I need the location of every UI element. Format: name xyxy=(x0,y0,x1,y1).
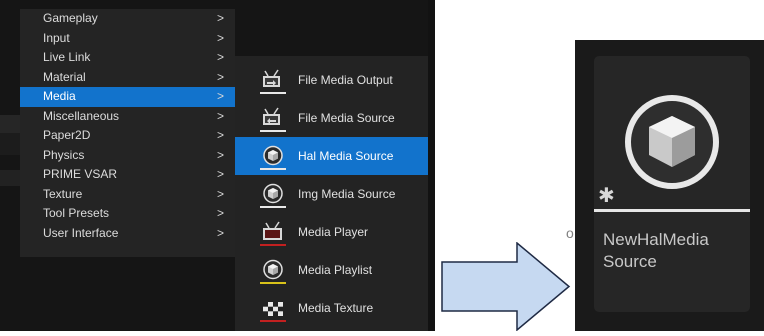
chevron-right-icon: > xyxy=(217,30,225,45)
chevron-right-icon: > xyxy=(217,50,225,64)
submenu-item-file-media-source[interactable]: File Media Source xyxy=(235,99,428,137)
chevron-right-icon: > xyxy=(217,89,225,103)
chevron-right-icon: > xyxy=(217,186,225,201)
menu-item-physics[interactable]: Physics > xyxy=(20,146,235,166)
submenu-item-media-texture[interactable]: Media Texture xyxy=(235,289,428,327)
submenu-item-label: File Media Source xyxy=(298,111,395,125)
menu-item-media[interactable]: Media > xyxy=(20,87,235,107)
menu-item-texture[interactable]: Texture > xyxy=(20,185,235,205)
menu-item-label: Paper2D xyxy=(43,128,91,142)
chevron-right-icon: > xyxy=(217,225,225,240)
submenu-item-media-player[interactable]: Media Player xyxy=(235,213,428,251)
menu-item-label: Tool Presets xyxy=(43,206,110,220)
asset-type-color-bar xyxy=(260,244,286,246)
menu-item-gameplay[interactable]: Gameplay > xyxy=(20,9,235,29)
menu-item-label: Input xyxy=(43,30,70,45)
asset-name: NewHalMedia Source xyxy=(603,230,709,271)
menu-item-label: Gameplay xyxy=(43,11,98,25)
menu-item-label: Material xyxy=(43,69,86,84)
chevron-right-icon: > xyxy=(217,167,225,181)
asset-type-color-bar xyxy=(260,206,286,208)
submenu-item-media-playlist[interactable]: Media Playlist xyxy=(235,251,428,289)
hal-media-source-icon xyxy=(260,145,286,166)
media-source-sphere-icon xyxy=(620,90,724,199)
menu-item-label: Miscellaneous xyxy=(43,108,120,123)
asset-type-color-bar xyxy=(260,282,286,284)
chevron-right-icon: > xyxy=(217,69,225,84)
submenu-item-label: Hal Media Source xyxy=(298,149,394,163)
menu-item-label: Media xyxy=(43,89,76,103)
clipped-text: o xyxy=(566,225,574,241)
chevron-right-icon: > xyxy=(217,11,225,25)
submenu-item-label: Img Media Source xyxy=(298,187,396,201)
menu-item-live-link[interactable]: Live Link > xyxy=(20,48,235,68)
unsaved-asterisk-icon: ✱ xyxy=(598,185,615,207)
submenu-item-label: File Media Output xyxy=(298,73,393,87)
media-texture-icon xyxy=(260,297,286,318)
menu-item-material[interactable]: Material > xyxy=(20,68,235,88)
media-submenu: File Media Output File Media Source Hal … xyxy=(235,56,428,331)
menu-item-paper2d[interactable]: Paper2D > xyxy=(20,126,235,146)
submenu-item-label: Media Player xyxy=(298,225,369,239)
submenu-item-hal-media-source[interactable]: Hal Media Source xyxy=(235,137,428,175)
file-media-source-icon xyxy=(260,107,286,128)
chevron-right-icon: > xyxy=(217,108,225,123)
asset-category-menu: Gameplay > Input > Live Link > Material … xyxy=(20,9,235,257)
asset-type-color-bar xyxy=(594,209,750,212)
right-arrow-icon xyxy=(441,241,571,336)
asset-type-color-bar xyxy=(260,92,286,94)
menu-item-label: User Interface xyxy=(43,225,119,240)
submenu-item-img-media-source[interactable]: Img Media Source xyxy=(235,175,428,213)
submenu-item-label: Media Texture xyxy=(298,301,374,315)
menu-item-user-interface[interactable]: User Interface > xyxy=(20,224,235,244)
menu-item-tool-presets[interactable]: Tool Presets > xyxy=(20,204,235,224)
file-media-output-icon xyxy=(260,69,286,90)
chevron-right-icon: > xyxy=(217,147,225,162)
media-playlist-icon xyxy=(260,259,286,280)
asset-type-color-bar xyxy=(260,320,286,322)
menu-item-label: Texture xyxy=(43,186,83,201)
menu-item-label: PRIME VSAR xyxy=(43,167,118,181)
chevron-right-icon: > xyxy=(217,206,225,220)
menu-item-label: Live Link xyxy=(43,50,91,64)
menu-item-label: Physics xyxy=(43,147,85,162)
img-media-source-icon xyxy=(260,183,286,204)
submenu-item-file-media-output[interactable]: File Media Output xyxy=(235,61,428,99)
chevron-right-icon: > xyxy=(217,128,225,142)
media-player-icon xyxy=(260,221,286,242)
menu-item-input[interactable]: Input > xyxy=(20,29,235,49)
asset-type-color-bar xyxy=(260,168,286,170)
menu-item-prime-vsar[interactable]: PRIME VSAR > xyxy=(20,165,235,185)
menu-item-miscellaneous[interactable]: Miscellaneous > xyxy=(20,107,235,127)
submenu-item-label: Media Playlist xyxy=(298,263,373,277)
editor-divider xyxy=(428,0,435,331)
asset-type-color-bar xyxy=(260,130,286,132)
